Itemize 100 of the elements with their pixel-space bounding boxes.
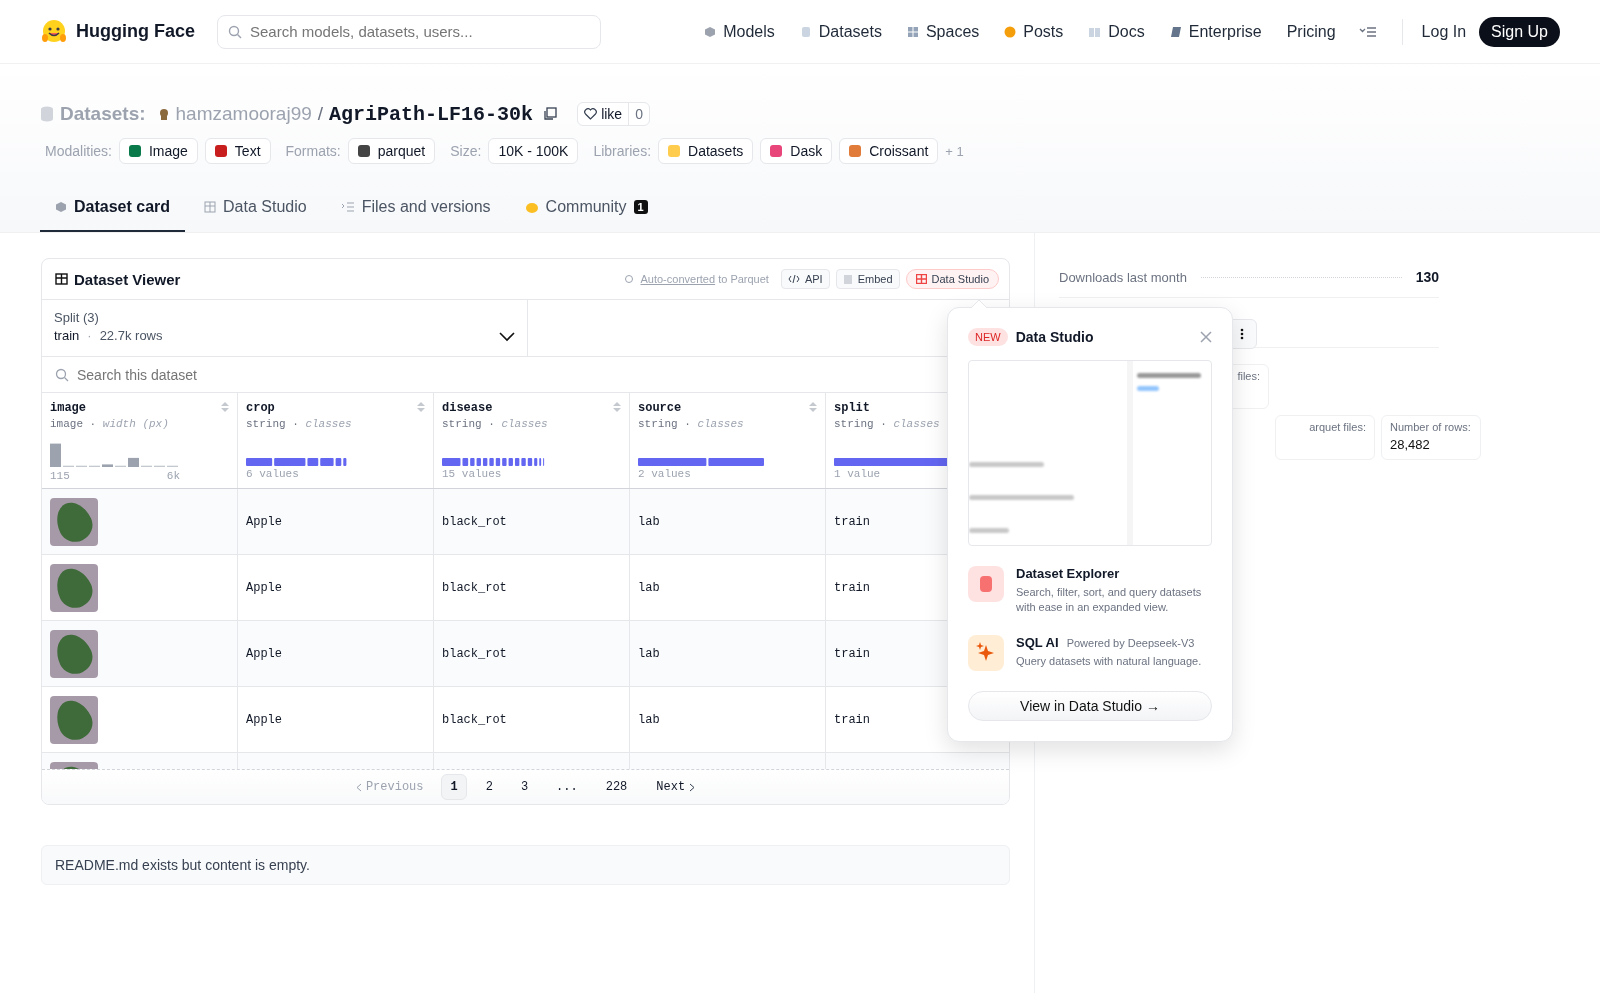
- code-icon: [787, 274, 800, 284]
- embed-button[interactable]: Embed: [835, 269, 900, 289]
- database-icon: [968, 566, 1004, 602]
- table-cell: Apple: [246, 514, 282, 529]
- api-button[interactable]: API: [780, 269, 830, 289]
- photo-placeholder: [50, 695, 98, 744]
- split-dropdown[interactable]: Split (3) train · 22.7k rows: [42, 300, 528, 356]
- database-icon: [40, 106, 54, 122]
- column-header[interactable]: image image · width (px) 115 6k: [42, 393, 238, 488]
- page-link[interactable]: 3: [511, 774, 538, 800]
- sort-icon[interactable]: [417, 401, 425, 413]
- tab[interactable]: Files and versions: [325, 190, 506, 232]
- table-cell: black_rot: [442, 712, 507, 727]
- table-cell: lab: [638, 514, 660, 529]
- column-header[interactable]: crop string · classes 6 values: [238, 393, 434, 488]
- tag-chip[interactable]: Text: [204, 138, 271, 164]
- grid-icon: [906, 25, 919, 38]
- avatar-icon: [157, 107, 170, 121]
- tag-chip[interactable]: parquet: [347, 138, 436, 164]
- table-icon: [915, 274, 927, 284]
- like-button[interactable]: like 0: [577, 102, 650, 126]
- nav-link[interactable]: Datasets: [799, 22, 882, 41]
- stat-card: Number of rows: 28,482: [1381, 415, 1481, 460]
- table-cell: train: [834, 580, 870, 595]
- table-cell: Apple: [246, 646, 282, 661]
- sparkles-icon: [968, 634, 1004, 671]
- tag-group-label: Libraries:: [593, 143, 652, 159]
- nav-link[interactable]: Enterprise: [1169, 22, 1262, 41]
- tag-group-label: Formats:: [285, 143, 341, 159]
- next-page-link[interactable]: Next: [656, 780, 696, 794]
- new-badge: NEW: [968, 328, 1008, 346]
- feature-title: Dataset Explorer: [1016, 566, 1120, 581]
- vertical-dots-icon: [1240, 328, 1244, 340]
- nav-link[interactable]: Docs: [1088, 22, 1145, 41]
- panel-title: Dataset Viewer: [55, 270, 181, 288]
- brand-logo-link[interactable]: Hugging Face: [40, 17, 195, 46]
- table-cell: lab: [638, 646, 660, 661]
- downloads-value: 130: [1415, 269, 1439, 285]
- feature-description: Search, filter, sort, and query datasets with ease in an expanded view.: [1016, 585, 1203, 615]
- stat-card: arquet files:: [1275, 415, 1375, 460]
- page-link[interactable]: 2: [476, 774, 502, 800]
- tag-chip[interactable]: Datasets: [658, 138, 754, 164]
- book-icon: [1088, 25, 1102, 38]
- page-link[interactable]: 1: [441, 774, 467, 800]
- tag-chip[interactable]: Image: [118, 138, 198, 164]
- table-icon: [55, 273, 68, 285]
- nav-link[interactable]: Posts: [1004, 22, 1064, 41]
- page-link[interactable]: ...: [547, 774, 587, 800]
- table-cell: Apple: [246, 712, 282, 727]
- log-in-link[interactable]: Log In: [1421, 22, 1467, 41]
- table-cell: lab: [638, 712, 660, 727]
- table-cell: lab: [638, 580, 660, 595]
- table-cell: black_rot: [442, 646, 507, 661]
- nav-link[interactable]: Models: [704, 22, 775, 41]
- tag-chip[interactable]: 10K - 100K: [488, 138, 579, 164]
- heart-icon: [584, 108, 598, 120]
- page-link[interactable]: 228: [596, 774, 637, 800]
- sign-up-button[interactable]: Sign Up: [1479, 16, 1560, 47]
- count-badge: 1: [633, 200, 648, 214]
- feature-title: SQL AI: [1016, 634, 1059, 650]
- chevron-down-icon: [499, 332, 515, 342]
- popover-title: Data Studio: [1015, 329, 1094, 345]
- photo-placeholder: [50, 497, 98, 546]
- menu-icon[interactable]: [1358, 25, 1377, 38]
- nav-link[interactable]: Pricing: [1286, 22, 1336, 41]
- readme-notice: README.md exists but content is empty.: [41, 845, 1010, 885]
- sort-icon[interactable]: [221, 401, 229, 413]
- view-in-data-studio-button[interactable]: View in Data Studio →: [968, 690, 1212, 721]
- chevron-right-icon: [689, 782, 696, 792]
- dataset-name: AgriPath-LF16-30k: [329, 102, 534, 126]
- table-cell: train: [834, 514, 870, 529]
- tag-chip[interactable]: Croissant: [839, 138, 939, 164]
- tab[interactable]: Dataset card: [40, 190, 186, 232]
- database-icon: [799, 25, 812, 38]
- tag-group-label: Modalities:: [45, 143, 112, 159]
- table-cell: Apple: [246, 580, 282, 595]
- photo-placeholder: [50, 563, 98, 612]
- table-cell: train: [834, 646, 870, 661]
- nav-link[interactable]: Spaces: [906, 22, 980, 41]
- feature-description: Query datasets with natural language.: [1016, 653, 1202, 669]
- table-cell: black_rot: [442, 514, 507, 529]
- data-studio-button[interactable]: Data Studio: [905, 269, 999, 289]
- close-icon[interactable]: [1200, 331, 1212, 343]
- tag-group-label: Size:: [450, 143, 482, 159]
- search-field[interactable]: Search models, datasets, users...: [217, 14, 601, 49]
- column-header[interactable]: source string · classes 2 values: [630, 393, 826, 488]
- tab[interactable]: Data Studio: [189, 190, 322, 232]
- table-icon: [204, 201, 217, 213]
- sort-icon[interactable]: [613, 401, 621, 413]
- chevron-left-icon: [355, 782, 362, 792]
- photo-placeholder: [50, 629, 98, 678]
- downloads-label: Downloads last month: [1059, 269, 1187, 285]
- table-cell: train: [834, 712, 870, 727]
- tag-chip[interactable]: Dask: [760, 138, 833, 164]
- tab[interactable]: Community 1: [509, 190, 663, 232]
- sort-icon[interactable]: [809, 401, 817, 413]
- conversion-note: Auto-converted to Parquet: [640, 273, 769, 285]
- section-label: Datasets:: [60, 103, 146, 125]
- column-header[interactable]: disease string · classes 15 values: [434, 393, 630, 488]
- path-separator: /: [317, 103, 324, 125]
